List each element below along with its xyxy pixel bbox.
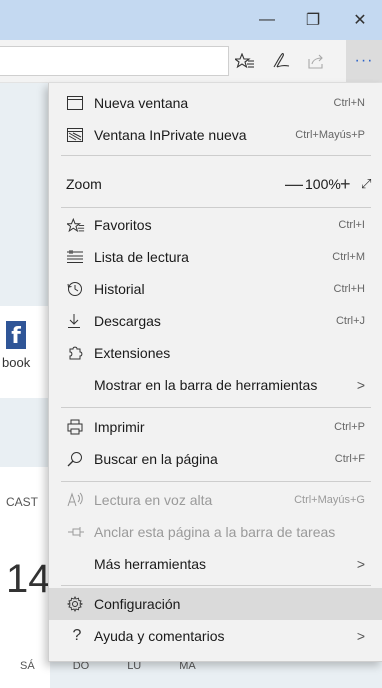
menu-separator — [61, 155, 371, 156]
print-icon — [67, 419, 87, 435]
zoom-in-button[interactable]: + — [340, 174, 351, 195]
menu-item-inprivate[interactable]: Ventana InPrivate nueva Ctrl+Mayús+P — [49, 119, 382, 151]
facebook-logo-icon: f — [6, 321, 26, 349]
weekday: SÁ — [20, 660, 35, 672]
favorites-icon — [67, 217, 87, 233]
menu-separator — [61, 481, 371, 482]
menu-item-help[interactable]: ? Ayuda y comentarios > — [49, 620, 382, 652]
help-icon: ? — [72, 627, 82, 644]
downloads-icon — [67, 313, 87, 329]
menu-item-settings[interactable]: Configuración — [49, 588, 382, 620]
menu-separator — [61, 585, 371, 586]
close-button[interactable]: ✕ — [343, 10, 377, 30]
window-icon — [67, 96, 87, 110]
menu-item-pin-taskbar: Anclar esta página a la barra de tareas — [49, 516, 382, 548]
menu-item-reading-list[interactable]: Lista de lectura Ctrl+M — [49, 241, 382, 273]
facebook-tile[interactable]: f book — [0, 306, 50, 398]
history-icon — [67, 281, 87, 297]
chevron-right-icon: > — [356, 377, 365, 393]
extensions-icon — [67, 345, 87, 361]
menu-item-print[interactable]: Imprimir Ctrl+P — [49, 411, 382, 443]
toolbar: ··· — [0, 40, 382, 83]
fullscreen-icon[interactable]: ⤢ — [361, 176, 371, 192]
menu-item-read-aloud: Lectura en voz alta Ctrl+Mayús+G — [49, 484, 382, 516]
menu-item-show-in-toolbar[interactable]: Mostrar en la barra de herramientas > — [49, 369, 382, 401]
menu-item-favorites[interactable]: Favoritos Ctrl+I — [49, 209, 382, 241]
menu-separator — [61, 407, 371, 408]
settings-menu: Nueva ventana Ctrl+N Ventana InPrivate n… — [48, 83, 382, 662]
title-bar: — ❐ ✕ — [0, 0, 382, 40]
pin-icon — [67, 525, 87, 539]
zoom-value: 100% — [305, 176, 341, 192]
chevron-right-icon: > — [356, 628, 365, 644]
calendar-title: CAST — [6, 495, 39, 509]
search-icon — [67, 451, 87, 467]
minimize-button[interactable]: — — [250, 10, 284, 30]
gear-icon — [67, 596, 87, 612]
chevron-right-icon: > — [356, 556, 365, 572]
tile-label: book — [2, 355, 31, 370]
read-aloud-icon — [67, 492, 87, 508]
more-button[interactable]: ··· — [346, 40, 382, 82]
menu-item-more-tools[interactable]: Más herramientas > — [49, 548, 382, 580]
menu-item-zoom: Zoom — 100% + ⤢ — [66, 173, 372, 195]
restore-button[interactable]: ❐ — [296, 10, 330, 30]
menu-separator — [61, 207, 371, 208]
favorites-bar-icon[interactable] — [232, 50, 258, 72]
share-icon[interactable] — [303, 50, 329, 72]
pen-icon[interactable] — [268, 50, 294, 72]
menu-item-history[interactable]: Historial Ctrl+H — [49, 273, 382, 305]
calendar-day: 14 — [6, 557, 51, 601]
menu-item-new-window[interactable]: Nueva ventana Ctrl+N — [49, 87, 382, 119]
menu-item-find[interactable]: Buscar en la página Ctrl+F — [49, 443, 382, 475]
inprivate-icon — [67, 128, 87, 142]
menu-item-downloads[interactable]: Descargas Ctrl+J — [49, 305, 382, 337]
zoom-out-button[interactable]: — — [285, 174, 303, 195]
calendar-tile: CAST 14 — [0, 467, 51, 688]
reading-list-icon — [67, 250, 87, 264]
menu-item-extensions[interactable]: Extensiones — [49, 337, 382, 369]
address-bar[interactable] — [0, 46, 229, 76]
